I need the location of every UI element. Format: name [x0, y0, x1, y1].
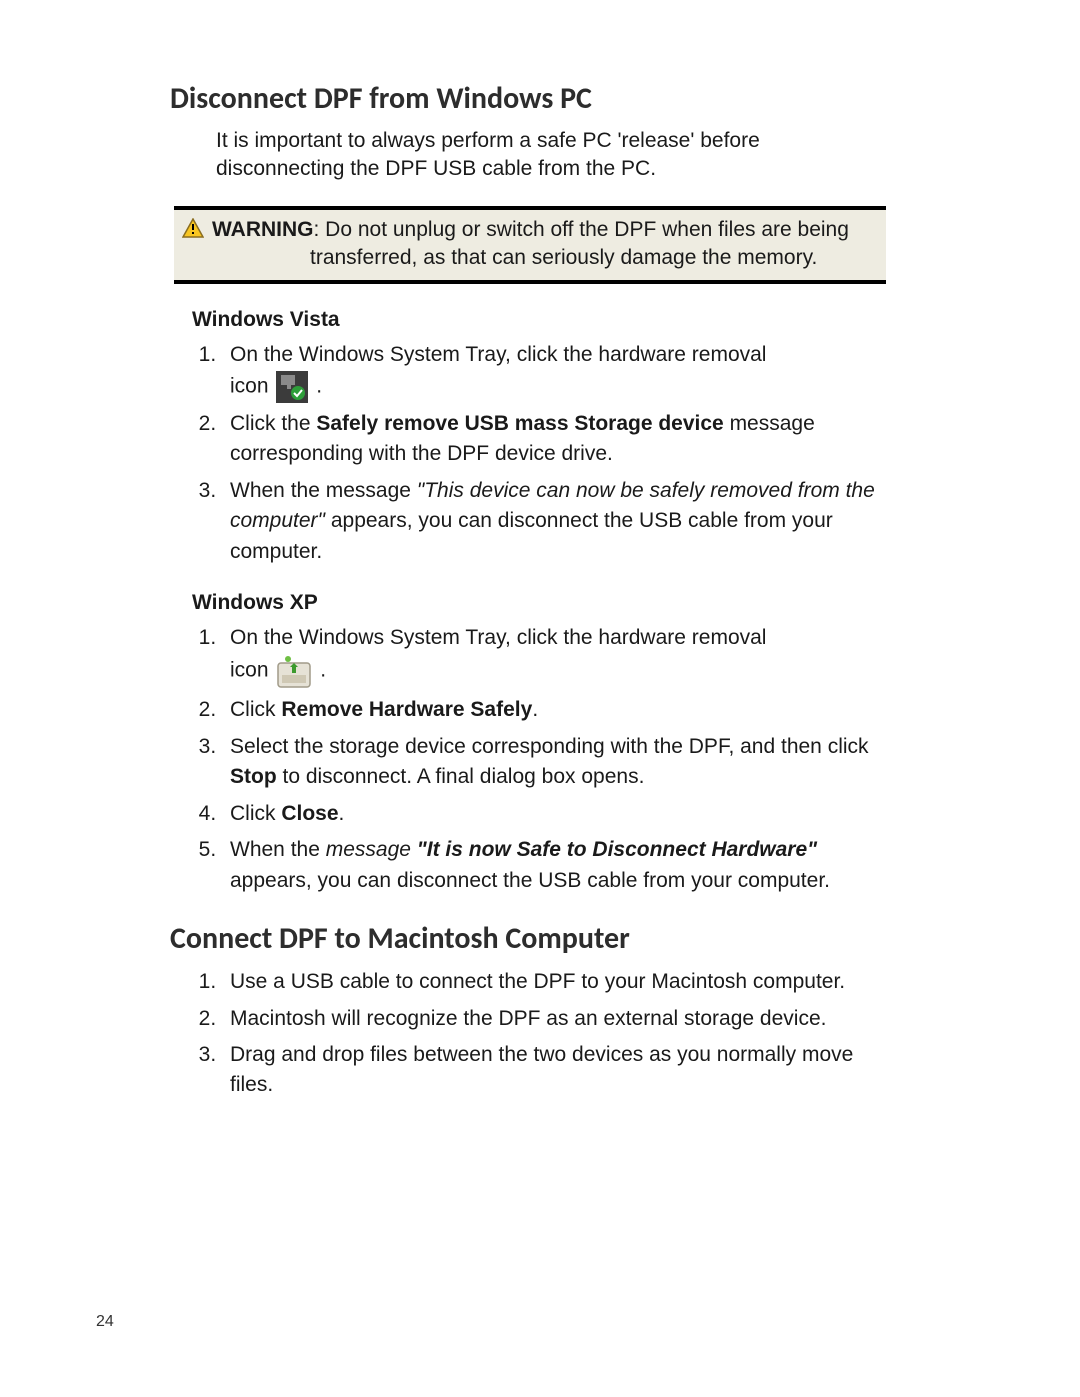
xp-step2-b: Remove Hardware Safely — [281, 698, 532, 721]
mac-step-3: Drag and drop files between the two devi… — [222, 1040, 890, 1101]
xp-step1-c: . — [320, 659, 326, 682]
mac-step-2: Macintosh will recognize the DPF as an e… — [222, 1004, 890, 1034]
xp-step5-c: "It is now Safe to Disconnect Hardware" — [417, 838, 817, 861]
vista-step2-a: Click the — [230, 412, 316, 435]
xp-step5-a: When the — [230, 838, 326, 861]
xp-step2-a: Click — [230, 698, 281, 721]
page-number: 24 — [96, 1313, 114, 1331]
vista-steps: On the Windows System Tray, click the ha… — [192, 340, 890, 567]
warning-line1: WARNING: Do not unplug or switch off the… — [212, 216, 878, 244]
xp-step2-c: . — [532, 698, 538, 721]
vista-step1-text-b: icon — [230, 374, 274, 397]
xp-step3-a: Select the storage device corresponding … — [230, 735, 869, 758]
section1-intro: It is important to always perform a safe… — [216, 127, 890, 184]
vista-step1-text-a: On the Windows System Tray, click the ha… — [230, 343, 766, 366]
xp-heading: Windows XP — [192, 591, 890, 615]
xp-step-2: Click Remove Hardware Safely. — [222, 695, 890, 725]
warning-icon — [182, 218, 204, 243]
vista-heading: Windows Vista — [192, 308, 890, 332]
section1-title: Disconnect DPF from Windows PC — [170, 80, 890, 117]
vista-step2-b: Safely remove USB mass Storage device — [316, 412, 723, 435]
xp-step-3: Select the storage device corresponding … — [222, 732, 890, 793]
warning-label: WARNING — [212, 218, 314, 241]
xp-step-5: When the message "It is now Safe to Disc… — [222, 835, 890, 896]
xp-step4-c: . — [339, 802, 345, 825]
warning-callout: WARNING: Do not unplug or switch off the… — [174, 206, 886, 285]
xp-step1-a: On the Windows System Tray, click the ha… — [230, 626, 766, 649]
xp-step1-b: icon — [230, 659, 274, 682]
document-page: Disconnect DPF from Windows PC It is imp… — [0, 0, 1080, 1397]
hardware-removal-xp-icon — [276, 653, 312, 689]
xp-steps: On the Windows System Tray, click the ha… — [192, 623, 890, 896]
vista-step3-a: When the message — [230, 479, 417, 502]
vista-step1-text-c: . — [316, 374, 322, 397]
vista-step-3: When the message "This device can now be… — [222, 476, 890, 567]
xp-step4-b: Close — [281, 802, 338, 825]
xp-step3-b: Stop — [230, 765, 277, 788]
mac-steps: Use a USB cable to connect the DPF to yo… — [192, 967, 890, 1101]
mac-step-1: Use a USB cable to connect the DPF to yo… — [222, 967, 890, 997]
section2-title: Connect DPF to Macintosh Computer — [170, 920, 890, 957]
warning-row: WARNING: Do not unplug or switch off the… — [182, 216, 878, 244]
warning-text-1: : Do not unplug or switch off the DPF wh… — [314, 218, 849, 241]
xp-step3-c: to disconnect. A final dialog box opens. — [277, 765, 645, 788]
xp-step5-b: message — [326, 838, 417, 861]
xp-step-4: Click Close. — [222, 799, 890, 829]
vista-step-2: Click the Safely remove USB mass Storage… — [222, 409, 890, 470]
xp-step5-d: appears, you can disconnect the USB cabl… — [230, 869, 830, 892]
hardware-removal-vista-icon — [276, 371, 308, 403]
xp-step4-a: Click — [230, 802, 281, 825]
vista-step-1: On the Windows System Tray, click the ha… — [222, 340, 890, 402]
xp-step-1: On the Windows System Tray, click the ha… — [222, 623, 890, 689]
warning-line2: transferred, as that can seriously damag… — [182, 244, 878, 272]
